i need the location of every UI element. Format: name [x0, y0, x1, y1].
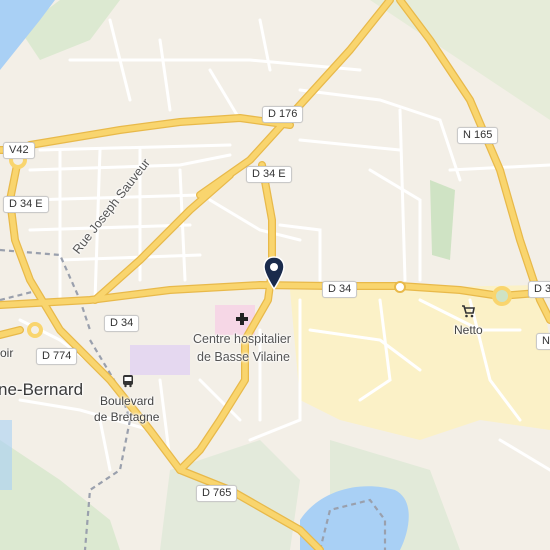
bus-stop-label-line1[interactable]: Boulevard [100, 394, 154, 408]
road-shield-d774: D 774 [36, 348, 78, 365]
map-view[interactable]: D 176 N 165 V42 D 34 E D 34 E D 34 D 34 … [0, 0, 550, 550]
place-label-partial: oir [0, 346, 14, 360]
road-shield-d765: D 765 [196, 485, 238, 502]
road-shield-d34-left: D 34 [104, 315, 140, 332]
bus-stop-icon[interactable] [121, 374, 135, 388]
road-shield-d34: D 34 [322, 281, 358, 298]
hospital-cross-icon[interactable] [235, 312, 249, 326]
town-label: ne-Bernard [0, 380, 84, 399]
road-shield-d176: D 176 [262, 106, 304, 123]
bus-stop-label-line2[interactable]: de Bretagne [94, 410, 159, 424]
location-pin-icon[interactable] [262, 256, 286, 290]
supermarket-label[interactable]: Netto [454, 323, 483, 337]
road-shield-n165-edge: N 16 [536, 333, 550, 350]
road-shield-d34-edge: D 34 [528, 281, 550, 298]
road-shield-v42: V42 [3, 142, 35, 159]
road-shield-d34e: D 34 E [246, 166, 292, 183]
hospital-label-line1[interactable]: Centre hospitalier [193, 332, 291, 346]
road-shield-d34e-left: D 34 E [3, 196, 49, 213]
road-shield-n165: N 165 [457, 127, 499, 144]
hospital-label-line2[interactable]: de Basse Vilaine [197, 350, 290, 364]
shopping-cart-icon[interactable] [461, 305, 475, 318]
